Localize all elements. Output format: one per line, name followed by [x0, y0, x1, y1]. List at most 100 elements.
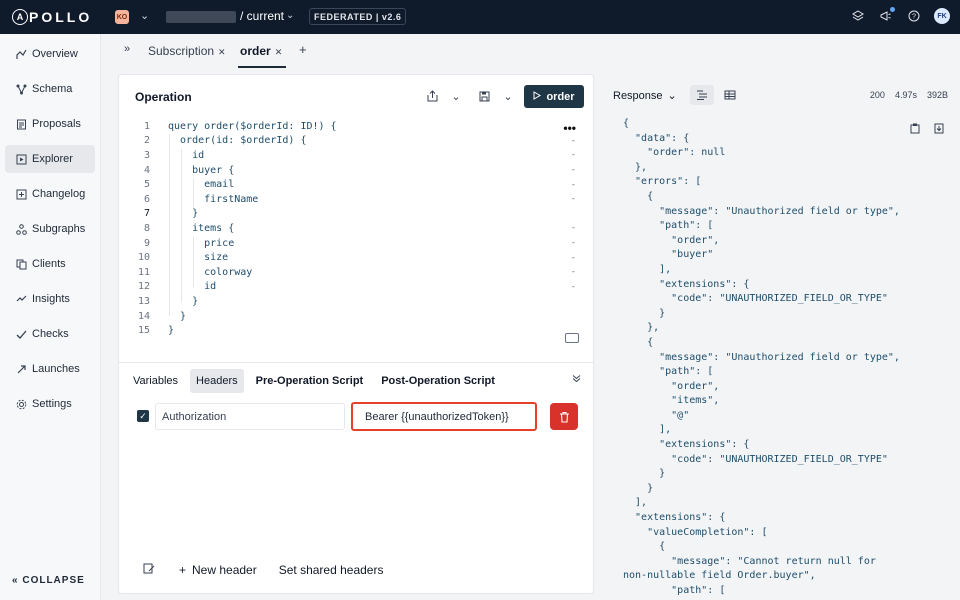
fold-marker[interactable]: -	[571, 238, 576, 248]
variant-chevron-down-icon[interactable]: ⌄	[286, 10, 294, 21]
subgraphs-icon	[15, 223, 27, 235]
code-line: 4 buyer {-	[119, 163, 593, 178]
code-line: 8 items {-	[119, 221, 593, 236]
top-bar: A POLLO KO ⌄ / current ⌄ FEDERATED | v2.…	[0, 0, 960, 34]
code-text: order(id: $orderId) {	[168, 135, 307, 147]
fold-marker[interactable]: -	[571, 267, 576, 277]
header-value-field[interactable]: Bearer {{unauthorizedToken}}	[351, 402, 537, 431]
sidebar-item-label: Checks	[32, 328, 69, 340]
share-icon[interactable]	[425, 89, 439, 103]
line-number: 15	[137, 325, 150, 337]
json-line: "message": "Unauthorized field or type",	[623, 351, 900, 363]
apollo-logo[interactable]: A POLLO	[12, 9, 92, 25]
download-icon[interactable]	[934, 123, 944, 137]
line-number: 14	[137, 310, 150, 322]
double-chevron-right-icon[interactable]: »	[124, 43, 130, 55]
sidebar-item-clients[interactable]: Clients	[5, 250, 95, 278]
fold-marker[interactable]: -	[571, 180, 576, 190]
svg-text:?: ?	[912, 14, 916, 21]
sidebar-item-explorer[interactable]: Explorer	[5, 145, 95, 173]
fold-marker[interactable]: -	[571, 253, 576, 263]
sidebar-item-proposals[interactable]: Proposals	[5, 110, 95, 138]
delete-header-button[interactable]	[550, 403, 578, 430]
response-dropdown[interactable]: Response ⌄	[613, 89, 677, 103]
graph-name-redacted[interactable]	[166, 11, 236, 23]
fold-marker[interactable]: -	[571, 194, 576, 204]
fold-marker[interactable]: -	[571, 165, 576, 175]
response-label: Response	[613, 89, 663, 102]
org-chevron-down-icon[interactable]: ⌄	[140, 9, 149, 22]
org-badge[interactable]: KO	[115, 10, 129, 24]
json-line: "code": "UNAUTHORIZED_FIELD_OR_TYPE"	[623, 293, 888, 305]
new-header-button[interactable]: + New header	[179, 563, 257, 577]
subtab-variables[interactable]: Variables	[127, 369, 184, 393]
collapse-panel-chevron-icon[interactable]	[572, 374, 581, 386]
json-line: {	[623, 336, 654, 348]
sidebar-item-insights[interactable]: Insights	[5, 285, 95, 313]
sidebar-item-subgraphs[interactable]: Subgraphs	[5, 215, 95, 243]
sidebar-item-settings[interactable]: Settings	[5, 390, 95, 418]
response-meta: 200 4.97s 392B	[870, 90, 948, 100]
share-chevron-down-icon[interactable]: ⌄	[449, 89, 463, 103]
header-key-field[interactable]: Authorization	[155, 403, 345, 430]
table-view-toggle[interactable]	[720, 85, 740, 105]
sidebar-item-changelog[interactable]: Changelog	[5, 180, 95, 208]
copy-icon[interactable]	[910, 123, 920, 137]
close-icon[interactable]: ✕	[218, 47, 226, 57]
json-line: "order",	[623, 234, 720, 246]
code-line: 2 order(id: $orderId) {-	[119, 134, 593, 149]
run-operation-button[interactable]: order	[524, 85, 584, 108]
collapse-button[interactable]: « COLLAPSE	[12, 575, 85, 586]
json-line: "items",	[623, 395, 720, 407]
more-options-icon[interactable]: •••	[563, 121, 576, 135]
subtab-headers[interactable]: Headers	[190, 369, 244, 393]
fold-marker[interactable]: -	[571, 150, 576, 160]
fold-marker[interactable]: -	[571, 223, 576, 233]
json-line: "message": "Unauthorized field or type",	[623, 205, 900, 217]
megaphone-icon[interactable]	[878, 7, 895, 24]
sidebar-item-label: Overview	[32, 48, 78, 60]
sidebar-item-checks[interactable]: Checks	[5, 320, 95, 348]
fold-marker[interactable]: -	[571, 282, 576, 292]
subtab-post-operation-script[interactable]: Post-Operation Script	[375, 369, 501, 393]
layers-icon[interactable]	[850, 8, 866, 24]
active-tab-indicator	[238, 66, 286, 68]
close-icon[interactable]: ✕	[275, 47, 283, 57]
add-tab-button[interactable]: +	[299, 42, 307, 57]
response-body[interactable]: { "data": { "order": null }, "errors": […	[613, 113, 960, 600]
fold-marker[interactable]: -	[571, 136, 576, 146]
help-icon[interactable]: ?	[906, 8, 922, 24]
json-line: "path": [	[623, 220, 714, 232]
graph-variant[interactable]: / current	[240, 9, 284, 23]
response-json: { "data": { "order": null }, "errors": […	[623, 117, 900, 599]
avatar[interactable]: FK	[934, 8, 950, 24]
operation-tabs: » Subscription ✕ order ✕ +	[101, 34, 960, 68]
save-chevron-down-icon[interactable]: ⌄	[501, 89, 515, 103]
sidebar-item-label: Subgraphs	[32, 223, 86, 235]
sidebar-item-label: Changelog	[32, 188, 86, 200]
json-line: "data": {	[623, 132, 690, 144]
json-line: },	[623, 322, 660, 334]
operation-subtabs: Variables Headers Pre-Operation Script P…	[127, 369, 501, 393]
json-view-toggle[interactable]	[690, 85, 714, 105]
checks-icon	[15, 328, 27, 340]
edit-headers-icon[interactable]	[143, 563, 155, 577]
json-line: "extensions": {	[623, 278, 750, 290]
json-line: "errors": [	[623, 176, 702, 188]
set-shared-headers-button[interactable]: Set shared headers	[279, 563, 384, 577]
save-icon[interactable]	[477, 89, 491, 103]
collapse-label: COLLAPSE	[22, 575, 85, 586]
code-editor[interactable]: 1 query order($orderId: ID!) { 2 order(id…	[119, 119, 593, 344]
double-chevron-left-icon: «	[12, 575, 19, 586]
sidebar-item-schema[interactable]: Schema	[5, 75, 95, 103]
code-text: buyer {	[168, 164, 235, 176]
header-enabled-checkbox[interactable]: ✓	[137, 410, 149, 422]
sidebar-item-overview[interactable]: Overview	[5, 40, 95, 68]
json-line: "extensions": {	[623, 512, 726, 524]
subtab-pre-operation-script[interactable]: Pre-Operation Script	[250, 369, 370, 393]
sidebar-item-launches[interactable]: Launches	[5, 355, 95, 383]
keyboard-icon[interactable]	[565, 333, 579, 343]
tab-order[interactable]: order ✕	[240, 44, 282, 58]
code-text: price	[168, 237, 235, 249]
tab-subscription[interactable]: Subscription ✕	[148, 44, 226, 58]
